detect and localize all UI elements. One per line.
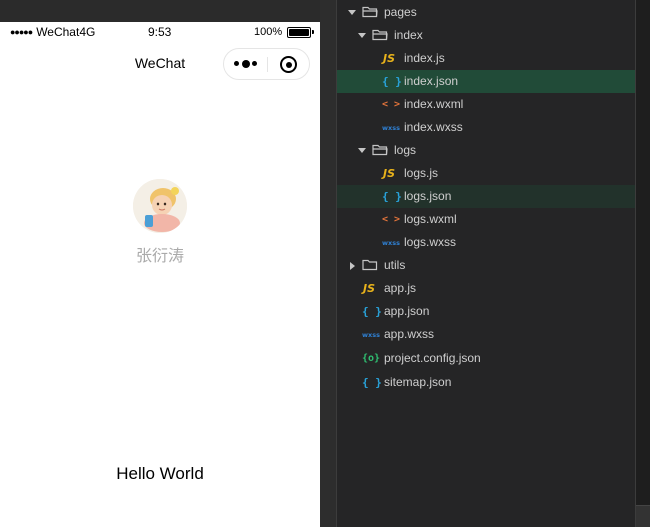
editor-edge-strip: [636, 0, 650, 527]
simulator-divider: [320, 0, 337, 527]
tree-item-label: logs.wxss: [404, 235, 457, 249]
baby-photo-icon: [133, 179, 187, 233]
folder-open-icon: [372, 29, 388, 41]
battery-percent: 100%: [254, 26, 283, 38]
tree-folder-logs[interactable]: logs: [337, 139, 635, 162]
json-file-icon: { }: [382, 75, 402, 88]
tree-item-label: project.config.json: [384, 351, 481, 365]
chevron-down-icon[interactable]: [348, 10, 356, 15]
tree-item-label: pages: [384, 5, 417, 19]
json-file-icon: { }: [362, 305, 382, 318]
tree-item-label: app.js: [384, 281, 417, 295]
tree-file-index-js[interactable]: JS index.js: [337, 47, 635, 70]
signal-dots-icon: ●●●●●: [10, 27, 33, 37]
tree-item-label: index.wxml: [404, 97, 464, 111]
status-bar: ●●●●● WeChat4G 9:53 100%: [0, 22, 320, 42]
tree-item-label: index: [394, 28, 423, 42]
folder-open-icon: [362, 6, 378, 18]
user-avatar[interactable]: [133, 179, 187, 233]
json-file-icon: { }: [362, 376, 382, 389]
tree-item-label: index.wxss: [404, 120, 463, 134]
wxml-file-icon: < >: [382, 214, 401, 225]
tree-file-logs-json[interactable]: { } logs.json: [337, 185, 635, 208]
config-file-icon: {o}: [362, 353, 381, 364]
js-file-icon: JS: [383, 167, 396, 180]
tree-item-label: app.json: [384, 304, 430, 318]
json-file-icon: { }: [382, 190, 402, 203]
wxml-file-icon: < >: [382, 99, 401, 110]
simulator-toolbar-strip: [0, 0, 320, 22]
chevron-right-icon[interactable]: [350, 262, 355, 270]
carrier-name: WeChat4G: [36, 25, 96, 39]
tree-file-app-wxss[interactable]: wxss app.wxss: [337, 323, 635, 346]
tree-file-project-config[interactable]: {o} project.config.json: [337, 347, 635, 370]
tree-file-index-wxss[interactable]: wxss index.wxss: [337, 116, 635, 139]
wxss-file-icon: wxss: [362, 331, 380, 339]
tree-file-index-wxml[interactable]: < > index.wxml: [337, 93, 635, 116]
tree-file-logs-wxss[interactable]: wxss logs.wxss: [337, 231, 635, 254]
tree-file-app-json[interactable]: { } app.json: [337, 300, 635, 323]
carrier-info: ●●●●● WeChat4G: [10, 25, 95, 39]
tree-folder-utils[interactable]: utils: [337, 254, 635, 277]
wxss-file-icon: wxss: [382, 239, 400, 247]
tree-file-logs-wxml[interactable]: < > logs.wxml: [337, 208, 635, 231]
tree-file-app-js[interactable]: JS app.js: [337, 277, 635, 300]
tree-item-label: logs.wxml: [404, 212, 457, 226]
capsule-menu: [223, 48, 310, 80]
tree-item-label: logs: [394, 143, 417, 157]
tree-file-index-json[interactable]: { } index.json: [337, 70, 635, 93]
folder-open-icon: [372, 144, 388, 156]
user-nickname: 张衍涛: [135, 246, 184, 265]
wxss-file-icon: wxss: [382, 124, 400, 132]
status-time: 9:53: [148, 25, 172, 39]
more-menu-icon[interactable]: [234, 58, 258, 70]
tree-folder-pages[interactable]: pages: [337, 1, 635, 24]
tree-file-sitemap-json[interactable]: { } sitemap.json: [337, 371, 635, 394]
navigation-bar: WeChat: [0, 44, 320, 84]
close-miniprogram-icon[interactable]: [280, 56, 297, 73]
tree-item-label: utils: [384, 258, 406, 272]
motto-text: Hello World: [116, 464, 204, 483]
tree-item-label: sitemap.json: [384, 375, 452, 389]
js-file-icon: JS: [383, 52, 396, 65]
tree-item-label: logs.json: [404, 189, 452, 203]
tree-item-label: index.js: [404, 51, 445, 65]
file-explorer: pages index JS index.js { } index.json <…: [337, 0, 635, 527]
js-file-icon: JS: [363, 282, 376, 295]
phone-simulator: ●●●●● WeChat4G 9:53 100% WeChat 张衍涛 Hell…: [0, 22, 320, 527]
chevron-down-icon[interactable]: [358, 148, 366, 153]
battery-icon: [287, 27, 314, 38]
scroll-corner: [636, 505, 650, 527]
tree-folder-index[interactable]: index: [337, 24, 635, 47]
tree-item-label: index.json: [404, 74, 459, 88]
tree-file-logs-js[interactable]: JS logs.js: [337, 162, 635, 185]
chevron-down-icon[interactable]: [358, 33, 366, 38]
folder-closed-icon: [362, 259, 378, 271]
tree-item-label: app.wxss: [384, 327, 435, 341]
tree-item-label: logs.js: [404, 166, 439, 180]
capsule-divider: [267, 57, 268, 72]
